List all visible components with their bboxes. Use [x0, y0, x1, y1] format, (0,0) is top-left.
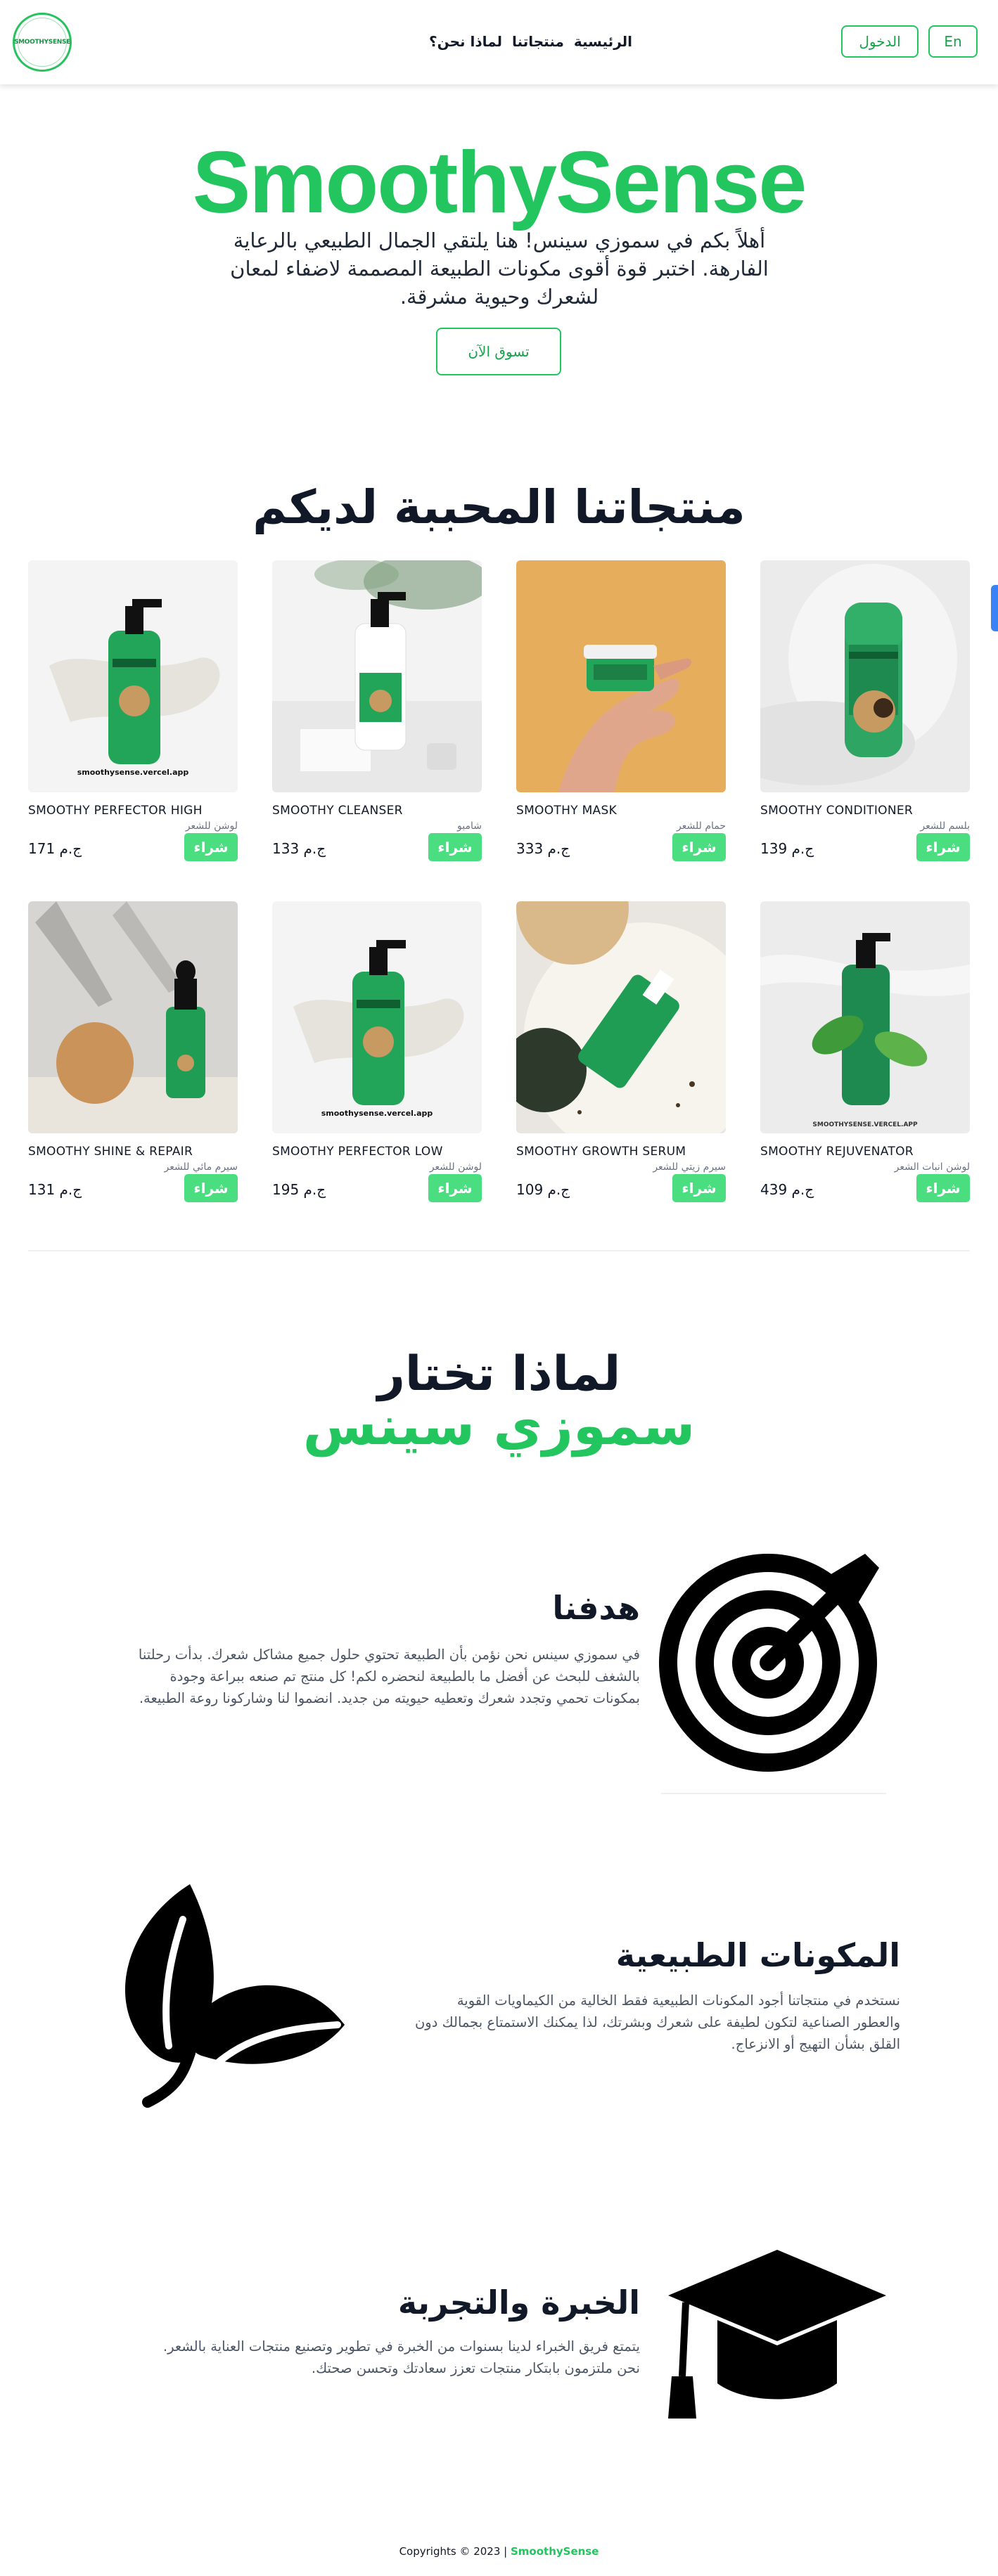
product-image[interactable]	[760, 560, 970, 792]
nav-link-home[interactable]: الرئيسية	[574, 33, 632, 50]
products-title: منتجاتنا المحببة لديكم	[252, 480, 746, 534]
product-image[interactable]: SMOOTHYSENSE.VERCEL.APP	[760, 901, 970, 1133]
nav-link-products[interactable]: منتجاتنا	[512, 33, 564, 50]
buy-button[interactable]: شراء	[916, 1174, 970, 1202]
shop-now-button[interactable]: تسوق الآن	[436, 328, 561, 375]
feature-goal-text: في سموزي سينس نحن نؤمن بأن الطبيعة تحتوي…	[138, 1647, 640, 1706]
product-price: 195 ج.م	[272, 1181, 326, 1198]
language-toggle-button[interactable]: En	[928, 25, 978, 58]
section-divider	[28, 1250, 970, 1251]
buy-button[interactable]: شراء	[916, 833, 970, 861]
why-title-line2: سموزي سينس	[302, 1394, 696, 1457]
buy-button[interactable]: شراء	[428, 1174, 482, 1202]
product-category: لوشن للشعر	[429, 1161, 482, 1173]
footer-copyright: Copyrights © 2023 |	[399, 2545, 508, 2558]
hero-title: SmoothySense	[192, 134, 807, 231]
nav-link-why-us[interactable]: لماذا نحن؟	[429, 33, 502, 50]
product-name: SMOOTHY MASK	[516, 804, 618, 818]
nav-links: الرئيسية منتجاتنا لماذا نحن؟	[429, 31, 632, 52]
product-category: لوشن انبات الشعر	[894, 1161, 970, 1173]
footer-brand-link[interactable]: SmoothySense	[511, 2545, 599, 2558]
logo-emblem: SMOOTHYSENSE	[14, 18, 70, 67]
hero-text: أهلاً بكم في سموزي سينس! هنا يلتقي الجما…	[230, 228, 769, 309]
product-name: SMOOTHY PERFECTOR LOW	[272, 1145, 443, 1159]
product-image[interactable]	[516, 901, 726, 1133]
product-card[interactable]: SMOOTHY CLEANSER شامبو 133 ج.م شراء	[272, 560, 482, 861]
product-price: 109 ج.م	[516, 1181, 570, 1198]
product-watermark: smoothysense.vercel.app	[77, 768, 189, 777]
feature-ingredients-title: المكونات الطبيعية	[615, 1936, 900, 1974]
product-price: 133 ج.م	[272, 840, 326, 857]
product-name: SMOOTHY PERFECTOR HIGH	[28, 804, 203, 818]
buy-button[interactable]: شراء	[184, 833, 238, 861]
product-card[interactable]: SMOOTHY GROWTH SERUM سيرم زيتي للشعر 109…	[516, 901, 726, 1202]
feature-goal-title: هدفنا	[552, 1589, 640, 1627]
feature-experience-text: يتمتع فريق الخبراء لدينا بسنوات من الخبر…	[162, 2338, 640, 2376]
feature-ingredients-text: نستخدم في منتجاتنا أجود المكونات الطبيعي…	[414, 1992, 900, 2052]
product-name: SMOOTHY CLEANSER	[272, 804, 403, 818]
side-feedback-tab[interactable]	[991, 585, 998, 631]
product-price: 139 ج.م	[760, 840, 814, 857]
nav-buttons: En الدخول	[841, 25, 978, 58]
product-image[interactable]	[516, 560, 726, 792]
product-name: SMOOTHY SHINE & REPAIR	[28, 1145, 193, 1159]
buy-button[interactable]: شراء	[184, 1174, 238, 1202]
product-card[interactable]: SMOOTHY CONDITIONER بلسم للشعر 139 ج.م ش…	[760, 560, 970, 861]
graduation-cap-icon	[668, 2250, 886, 2419]
navbar: SMOOTHYSENSE الرئيسية منتجاتنا لماذا نحن…	[0, 0, 998, 84]
brand-logo[interactable]: SMOOTHYSENSE	[13, 13, 72, 72]
login-button[interactable]: الدخول	[841, 25, 919, 58]
leaf-icon	[124, 1884, 345, 2108]
product-price: 439 ج.م	[760, 1181, 814, 1198]
product-card[interactable]: smoothysense.vercel.app SMOOTHY PERFECTO…	[272, 901, 482, 1202]
buy-button[interactable]: شراء	[428, 833, 482, 861]
product-category: لوشن للشعر	[185, 820, 238, 832]
product-price: 171 ج.م	[28, 840, 82, 857]
product-name: SMOOTHY CONDITIONER	[760, 804, 913, 818]
product-image[interactable]	[272, 560, 482, 792]
product-watermark: SMOOTHYSENSE.VERCEL.APP	[812, 1121, 918, 1128]
product-category: بلسم للشعر	[920, 820, 970, 832]
feature-experience-title: الخبرة والتجربة	[397, 2284, 640, 2321]
product-price: 131 ج.م	[28, 1181, 82, 1198]
product-image[interactable]: smoothysense.vercel.app	[28, 560, 238, 792]
buy-button[interactable]: شراء	[672, 833, 726, 861]
product-category: حمام للشعر	[677, 820, 726, 832]
product-name: SMOOTHY REJUVENATOR	[760, 1145, 914, 1159]
product-category: سيرم زيتي للشعر	[653, 1161, 726, 1173]
feature-underline	[661, 1793, 886, 1794]
product-card[interactable]: SMOOTHY SHINE & REPAIR سيرم مائي للشعر 1…	[28, 901, 238, 1202]
product-card[interactable]: SMOOTHYSENSE.VERCEL.APP SMOOTHY REJUVENA…	[760, 901, 970, 1202]
buy-button[interactable]: شراء	[672, 1174, 726, 1202]
product-image[interactable]: smoothysense.vercel.app	[272, 901, 482, 1133]
product-image[interactable]	[28, 901, 238, 1133]
product-card[interactable]: SMOOTHY MASK حمام للشعر 333 ج.م شراء	[516, 560, 726, 861]
product-price: 333 ج.م	[516, 840, 570, 857]
product-name: SMOOTHY GROWTH SERUM	[516, 1145, 686, 1159]
product-category: سيرم مائي للشعر	[164, 1161, 238, 1173]
product-category: شامبو	[457, 820, 482, 832]
footer: Copyrights © 2023 | SmoothySense	[0, 2545, 998, 2558]
target-icon	[659, 1554, 879, 1772]
product-watermark: smoothysense.vercel.app	[321, 1109, 433, 1118]
logo-text: SMOOTHYSENSE	[13, 39, 71, 46]
product-card[interactable]: smoothysense.vercel.app SMOOTHY PERFECTO…	[28, 560, 238, 861]
